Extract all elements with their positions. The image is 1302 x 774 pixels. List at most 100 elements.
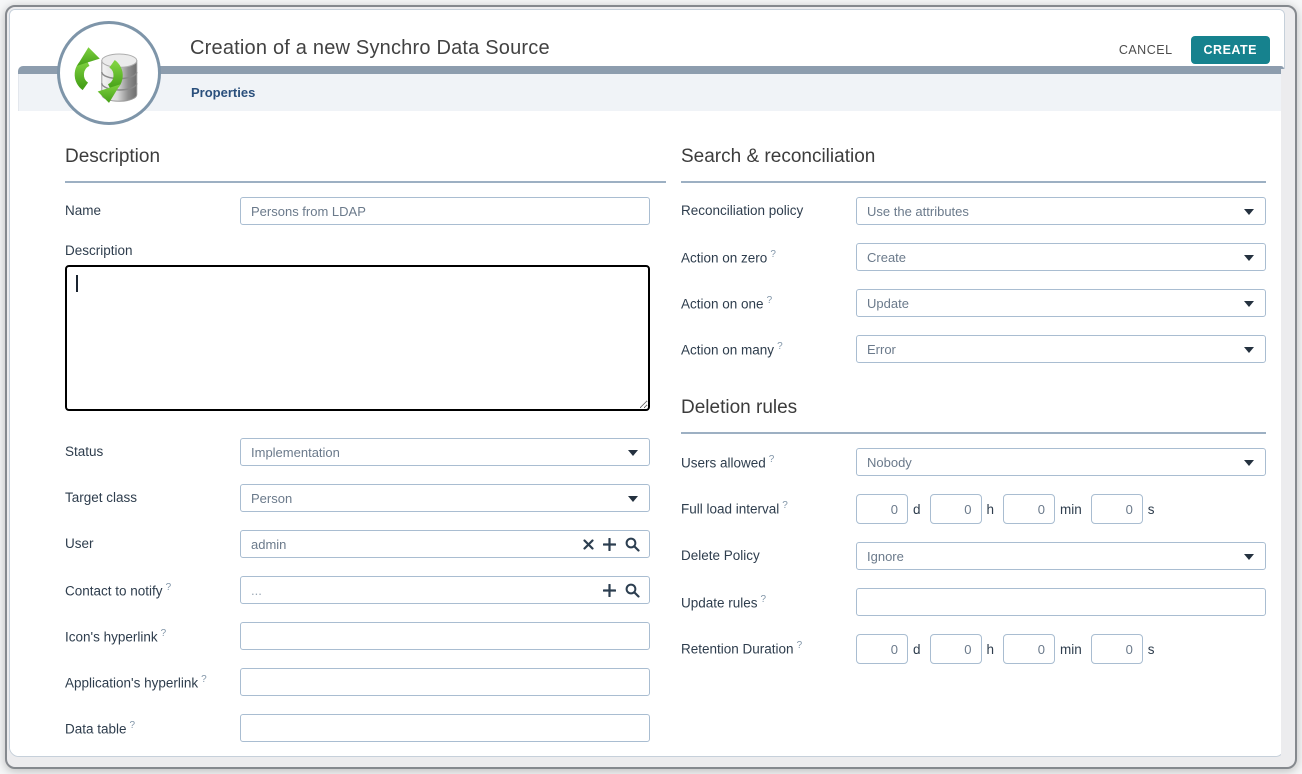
help-icon[interactable]: ? — [770, 249, 776, 260]
row-user: User — [65, 530, 666, 558]
users-allowed-select[interactable]: Nobody — [856, 448, 1266, 476]
action-on-zero-label: Action on zero? — [681, 243, 856, 266]
search-icon[interactable] — [625, 537, 640, 552]
help-icon[interactable]: ? — [769, 454, 775, 465]
reconciliation-policy-select[interactable]: Use the attributes — [856, 197, 1266, 225]
row-application-hyperlink: Application's hyperlink? — [65, 668, 666, 696]
description-label: Description — [65, 243, 666, 265]
name-label: Name — [65, 197, 240, 218]
full-load-days-field[interactable] — [856, 494, 908, 524]
row-data-table: Data table? — [65, 714, 666, 742]
name-field[interactable] — [240, 197, 650, 225]
action-on-one-value: Update — [867, 296, 909, 311]
cancel-button[interactable]: CANCEL — [1119, 43, 1173, 57]
help-icon[interactable]: ? — [161, 628, 167, 639]
full-load-hours-field[interactable] — [930, 494, 982, 524]
full-load-minutes-field[interactable] — [1003, 494, 1055, 524]
delete-policy-label: Delete Policy — [681, 542, 856, 563]
users-allowed-label: Users allowed? — [681, 448, 856, 471]
section-title-search-reconciliation: Search & reconciliation — [681, 146, 1266, 183]
chevron-down-icon — [1244, 347, 1254, 353]
minutes-unit-label: min — [1060, 642, 1082, 657]
row-retention-duration: Retention Duration? d h min s — [681, 634, 1266, 664]
section-deletion-rules: Deletion rules Users allowed? Nobody Ful… — [681, 397, 1266, 664]
scrollbar[interactable] — [1281, 69, 1293, 763]
full-load-interval-duration: d h min s — [856, 494, 1164, 524]
section-search-reconciliation: Search & reconciliation Reconciliation p… — [681, 146, 1266, 363]
reconciliation-policy-value: Use the attributes — [867, 204, 969, 219]
column-right: Search & reconciliation Reconciliation p… — [681, 146, 1266, 757]
retention-hours-field[interactable] — [930, 634, 982, 664]
help-icon[interactable]: ? — [782, 500, 788, 511]
row-action-on-one: Action on one? Update — [681, 289, 1266, 317]
action-on-zero-select[interactable]: Create — [856, 243, 1266, 271]
chevron-down-icon — [628, 496, 638, 502]
application-hyperlink-label: Application's hyperlink? — [65, 668, 240, 691]
section-title-deletion-rules: Deletion rules — [681, 397, 1266, 434]
help-icon[interactable]: ? — [767, 295, 773, 306]
reconciliation-policy-label: Reconciliation policy — [681, 197, 856, 218]
chevron-down-icon — [1244, 255, 1254, 261]
delete-policy-value: Ignore — [867, 549, 904, 564]
column-left: Description Name Description Status — [65, 146, 666, 757]
add-icon[interactable] — [603, 538, 616, 551]
update-rules-field[interactable] — [856, 588, 1266, 616]
action-on-many-value: Error — [867, 342, 896, 357]
search-icon[interactable] — [625, 583, 640, 598]
application-hyperlink-field[interactable] — [240, 668, 650, 696]
retention-days-field[interactable] — [856, 634, 908, 664]
help-icon[interactable]: ? — [201, 674, 207, 685]
section-description: Description Name Description Status — [65, 146, 666, 742]
help-icon[interactable]: ? — [797, 640, 803, 651]
icon-hyperlink-field[interactable] — [240, 622, 650, 650]
row-icon-hyperlink: Icon's hyperlink? — [65, 622, 666, 650]
tab-properties[interactable]: Properties — [191, 85, 255, 100]
full-load-interval-label: Full load interval? — [681, 494, 856, 517]
action-on-one-label: Action on one? — [681, 289, 856, 312]
creation-form-panel: Creation of a new Synchro Data Source CA… — [9, 9, 1285, 757]
full-load-seconds-field[interactable] — [1091, 494, 1143, 524]
tab-bar-accent — [18, 66, 1284, 74]
row-description: Description — [65, 243, 666, 416]
retention-minutes-field[interactable] — [1003, 634, 1055, 664]
help-icon[interactable]: ? — [166, 582, 172, 593]
page-header: Creation of a new Synchro Data Source CA… — [10, 10, 1284, 66]
description-field[interactable] — [65, 265, 650, 411]
user-label: User — [65, 530, 240, 551]
help-icon[interactable]: ? — [777, 341, 783, 352]
target-class-label: Target class — [65, 484, 240, 505]
action-on-many-select[interactable]: Error — [856, 335, 1266, 363]
retention-seconds-field[interactable] — [1091, 634, 1143, 664]
seconds-unit-label: s — [1148, 502, 1155, 517]
status-select[interactable]: Implementation — [240, 438, 650, 466]
chevron-down-icon — [1244, 301, 1254, 307]
app-window: Creation of a new Synchro Data Source CA… — [5, 5, 1297, 769]
help-icon[interactable]: ? — [761, 594, 767, 605]
row-update-rules: Update rules? — [681, 588, 1266, 616]
help-icon[interactable]: ? — [130, 720, 136, 731]
clear-icon[interactable] — [583, 539, 594, 550]
chevron-down-icon — [1244, 554, 1254, 560]
create-button[interactable]: CREATE — [1191, 36, 1270, 64]
section-title-description: Description — [65, 146, 666, 183]
data-table-field[interactable] — [240, 714, 650, 742]
target-class-select[interactable]: Person — [240, 484, 650, 512]
action-on-many-label: Action on many? — [681, 335, 856, 358]
row-users-allowed: Users allowed? Nobody — [681, 448, 1266, 476]
delete-policy-select[interactable]: Ignore — [856, 542, 1266, 570]
contact-to-notify-field[interactable] — [240, 576, 650, 604]
hours-unit-label: h — [987, 502, 995, 517]
database-sync-icon — [73, 37, 145, 109]
action-on-zero-value: Create — [867, 250, 906, 265]
status-label: Status — [65, 438, 240, 459]
row-action-on-zero: Action on zero? Create — [681, 243, 1266, 271]
form-content: Description Name Description Status — [10, 111, 1284, 757]
action-on-one-select[interactable]: Update — [856, 289, 1266, 317]
synchro-datasource-icon — [57, 21, 161, 125]
add-icon[interactable] — [603, 584, 616, 597]
contact-picker — [240, 576, 650, 604]
row-target-class: Target class Person — [65, 484, 666, 512]
days-unit-label: d — [913, 502, 921, 517]
tab-strip: Properties — [18, 74, 1284, 111]
hours-unit-label: h — [987, 642, 995, 657]
